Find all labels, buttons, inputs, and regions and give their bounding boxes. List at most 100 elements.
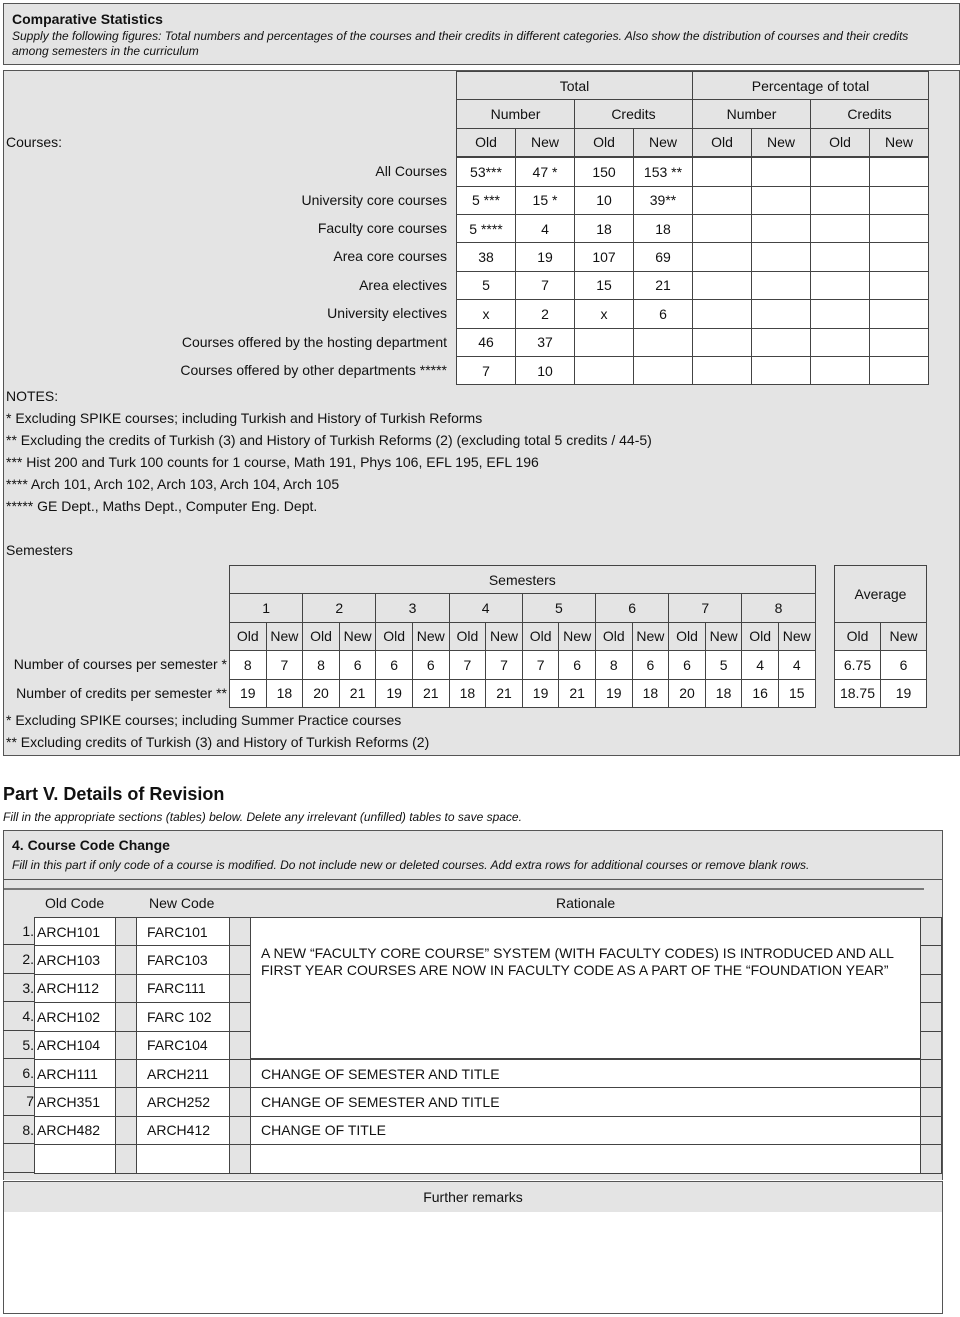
data-cell[interactable] [751,214,811,244]
data-cell[interactable] [810,299,870,329]
data-cell[interactable] [751,299,811,329]
rationale-cell[interactable] [250,1144,921,1174]
data-cell[interactable]: 21 [633,270,693,301]
data-cell[interactable] [692,157,752,187]
average-old-cell[interactable]: 18.75 [834,678,881,708]
data-cell[interactable]: 153 ** [633,157,693,187]
data-cell[interactable] [751,157,811,187]
data-cell[interactable]: 5 [704,650,743,680]
merged-rationale-cell[interactable]: A NEW “FACULTY CORE COURSE” SYSTEM (WITH… [250,917,921,1059]
old-code-cell[interactable]: ARCH104 [34,1030,116,1060]
data-cell[interactable]: 4 [741,650,779,680]
data-cell[interactable]: 8 [595,650,633,680]
data-cell[interactable]: 18 [631,678,670,708]
data-cell[interactable] [751,356,811,386]
data-cell[interactable] [751,270,811,301]
data-cell[interactable]: 18 [448,678,487,708]
data-cell[interactable]: 107 [574,242,634,272]
data-cell[interactable]: 18 [704,678,743,708]
data-cell[interactable]: 7 [456,356,516,386]
data-cell[interactable]: 6 [338,650,377,680]
data-cell[interactable] [810,185,870,215]
data-cell[interactable]: 6 [412,650,450,680]
old-code-cell[interactable]: ARCH112 [34,973,116,1004]
data-cell[interactable]: 7 [265,650,304,680]
data-cell[interactable]: 21 [558,678,596,708]
new-code-cell[interactable]: FARC 102 [136,1002,230,1032]
new-code-cell[interactable]: FARC101 [136,917,230,947]
data-cell[interactable]: 4 [515,214,575,244]
average-new-cell[interactable]: 19 [880,678,927,708]
data-cell[interactable]: 7 [521,650,560,680]
data-cell[interactable]: 6 [375,650,413,680]
data-cell[interactable]: 10 [574,185,634,215]
new-code-cell[interactable]: FARC104 [136,1030,230,1060]
new-code-cell[interactable]: ARCH211 [136,1059,230,1089]
data-cell[interactable] [869,327,929,357]
data-cell[interactable]: 7 [515,270,575,301]
data-cell[interactable] [692,242,752,272]
old-code-cell[interactable] [34,1144,116,1174]
new-code-cell[interactable]: FARC111 [136,973,230,1004]
data-cell[interactable] [869,242,929,272]
data-cell[interactable] [869,157,929,187]
data-cell[interactable]: 18 [574,214,634,244]
data-cell[interactable]: 20 [302,678,340,708]
data-cell[interactable] [692,356,752,386]
old-code-cell[interactable]: ARCH101 [34,917,116,947]
old-code-cell[interactable]: ARCH482 [34,1115,116,1146]
data-cell[interactable] [810,157,870,187]
data-cell[interactable]: 19 [515,242,575,272]
new-code-cell[interactable]: ARCH252 [136,1087,230,1117]
data-cell[interactable] [869,214,929,244]
data-cell[interactable]: 6 [633,299,693,329]
data-cell[interactable] [692,299,752,329]
data-cell[interactable]: 21 [485,678,523,708]
data-cell[interactable]: 37 [515,327,575,357]
data-cell[interactable]: 47 * [515,157,575,187]
data-cell[interactable]: 53*** [456,157,516,187]
data-cell[interactable]: 8 [302,650,340,680]
data-cell[interactable]: 15 [574,270,634,301]
rationale-cell[interactable]: CHANGE OF TITLE [250,1115,921,1146]
data-cell[interactable] [633,327,693,357]
average-old-cell[interactable]: 6.75 [834,650,881,680]
data-cell[interactable]: 10 [515,356,575,386]
data-cell[interactable]: 19 [595,678,633,708]
data-cell[interactable]: 69 [633,242,693,272]
data-cell[interactable]: 19 [229,678,267,708]
data-cell[interactable] [810,270,870,301]
data-cell[interactable] [751,185,811,215]
data-cell[interactable] [751,327,811,357]
data-cell[interactable]: 18 [265,678,304,708]
data-cell[interactable]: 2 [515,299,575,329]
data-cell[interactable] [869,270,929,301]
data-cell[interactable] [751,242,811,272]
data-cell[interactable]: 6 [668,650,706,680]
data-cell[interactable] [810,356,870,386]
data-cell[interactable] [692,327,752,357]
data-cell[interactable]: 150 [574,157,634,187]
data-cell[interactable]: x [456,299,516,329]
data-cell[interactable]: 6 [631,650,670,680]
old-code-cell[interactable]: ARCH103 [34,945,116,975]
data-cell[interactable]: 6 [558,650,596,680]
data-cell[interactable]: 20 [668,678,706,708]
further-remarks-field[interactable] [3,1212,943,1314]
data-cell[interactable]: 46 [456,327,516,357]
data-cell[interactable] [810,242,870,272]
data-cell[interactable]: 7 [485,650,523,680]
data-cell[interactable] [692,185,752,215]
data-cell[interactable] [810,327,870,357]
data-cell[interactable] [574,356,634,386]
data-cell[interactable]: 18 [633,214,693,244]
data-cell[interactable]: 15 [778,678,816,708]
data-cell[interactable] [869,185,929,215]
data-cell[interactable]: 19 [521,678,560,708]
data-cell[interactable] [692,270,752,301]
data-cell[interactable]: 15 * [515,185,575,215]
data-cell[interactable] [692,214,752,244]
data-cell[interactable]: 5 [456,270,516,301]
data-cell[interactable]: 5 *** [456,185,516,215]
data-cell[interactable]: 8 [229,650,267,680]
